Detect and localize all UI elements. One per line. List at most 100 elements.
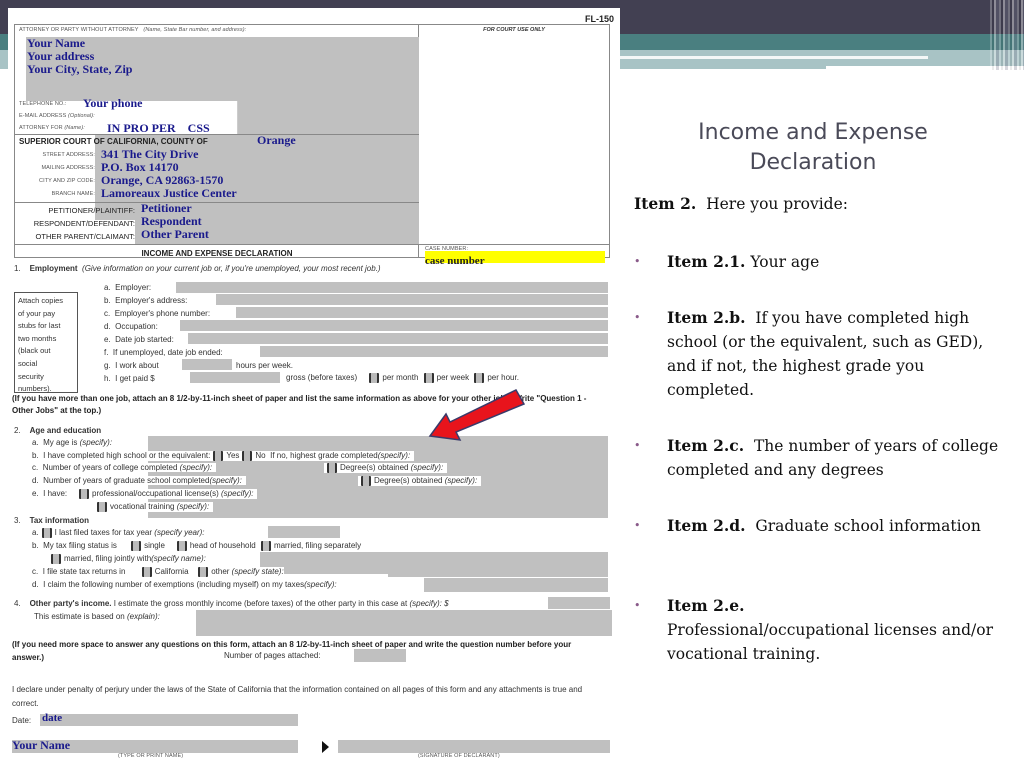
married-jointly-checkbox[interactable] xyxy=(51,554,61,564)
per-hour-checkbox[interactable] xyxy=(474,373,485,383)
slide-title-line1: Income and Expense xyxy=(698,120,928,145)
hours-field[interactable] xyxy=(182,359,232,370)
per-month-checkbox[interactable] xyxy=(369,373,380,383)
attorney-for-label: ATTORNEY FOR (Name): xyxy=(19,125,85,131)
slide-intro: Item 2. Here you provide: xyxy=(634,194,849,213)
bullet-icon: • xyxy=(634,255,641,268)
grad-school-row: d. Number of years of graduate school co… xyxy=(32,476,246,485)
case-number-value: case number xyxy=(425,255,485,267)
college-degree-checkbox[interactable] xyxy=(327,463,337,473)
other-state-checkbox[interactable] xyxy=(198,567,209,577)
bullet-icon: • xyxy=(634,311,641,324)
case-number-field[interactable]: case number xyxy=(425,251,605,267)
employer-phone-field[interactable] xyxy=(236,307,608,318)
pages-attached-label: Number of pages attached: xyxy=(224,651,321,660)
document-title: INCOME AND EXPENSE DECLARATION xyxy=(141,249,293,258)
date-label: Date: xyxy=(12,716,32,725)
city-zip-label: CITY AND ZIP CODE: xyxy=(39,178,95,184)
form-id: FL-150 xyxy=(584,14,614,24)
petitioner-label: PETITIONER/PLAINTIFF: xyxy=(48,206,135,215)
license-checkbox[interactable] xyxy=(79,489,90,499)
court-use-label: FOR COURT USE ONLY xyxy=(483,27,545,33)
employer-phone-label: c. Employer's phone number: xyxy=(104,309,211,318)
california-checkbox[interactable] xyxy=(141,567,152,577)
exemptions-field[interactable] xyxy=(424,578,608,592)
divider xyxy=(419,244,609,245)
high-school-row: b. I have completed high school or the e… xyxy=(32,451,415,461)
date-field[interactable] xyxy=(40,714,298,726)
divider xyxy=(15,244,419,245)
grad-degree-row: Degree(s) obtained (specify): xyxy=(358,476,482,486)
employer-label: a. Employer: xyxy=(104,283,152,292)
respondent-label: RESPONDENT/DEFENDANT: xyxy=(33,219,135,228)
email-label: E-MAIL ADDRESS (Optional): xyxy=(19,113,95,119)
slide-title: Income and Expense Declaration xyxy=(648,118,978,178)
pay-amount-field[interactable] xyxy=(190,372,280,383)
street-label: STREET ADDRESS: xyxy=(42,152,95,158)
section3-heading: 3. Tax information xyxy=(14,516,89,525)
grad-degree-checkbox[interactable] xyxy=(361,476,371,486)
telephone-label: TELEPHONE NO.: xyxy=(19,101,67,107)
bullet-icon: • xyxy=(634,519,641,532)
pages-attached-field[interactable] xyxy=(354,649,406,662)
branch-label: BRANCH NAME: xyxy=(51,191,95,197)
vocational-checkbox[interactable] xyxy=(97,502,107,512)
married-jointly-row: married, filing jointly with(specify nam… xyxy=(48,554,206,564)
employer-address-field[interactable] xyxy=(216,294,608,305)
other-parent-label: OTHER PARENT/CLAIMANT: xyxy=(35,232,135,241)
signature-field[interactable] xyxy=(338,740,610,753)
signature-caption: (SIGNATURE OF DECLARANT) xyxy=(418,753,500,759)
college-degree-row: Degree(s) obtained (specify): xyxy=(324,463,448,473)
print-name-caption: (TYPE OR PRINT NAME) xyxy=(118,753,184,759)
date-value: date xyxy=(42,712,63,724)
date-ended-field[interactable] xyxy=(260,346,608,357)
caption-box: ATTORNEY OR PARTY WITHOUT ATTORNEY (Name… xyxy=(14,24,610,267)
other-parent-value[interactable]: Other Parent xyxy=(141,227,209,242)
employer-address-label: b. Employer's address: xyxy=(104,296,188,305)
print-name-value: Your Name xyxy=(12,738,71,752)
head-of-household-checkbox[interactable] xyxy=(176,541,187,551)
bullet-icon: • xyxy=(634,439,641,452)
other-party-income-field[interactable] xyxy=(548,597,610,609)
college-row: c. Number of years of college completed … xyxy=(32,463,217,472)
pay-frequency-row: gross (before taxes) per month per week … xyxy=(286,373,519,383)
county-value[interactable]: Orange xyxy=(257,133,296,148)
license-row: e. I have: professional/occupational lic… xyxy=(32,489,258,499)
date-ended-label: f. If unemployed, date job ended: xyxy=(104,348,223,357)
other-state-field[interactable] xyxy=(388,565,608,577)
date-started-field[interactable] xyxy=(188,333,608,344)
estimate-basis-field[interactable] xyxy=(196,610,612,636)
occupation-field[interactable] xyxy=(180,320,608,331)
declaration-text: I declare under penalty of perjury under… xyxy=(12,685,583,708)
single-checkbox[interactable] xyxy=(131,541,142,551)
filing-status-row: b. My tax filing status is single head o… xyxy=(32,541,362,551)
high-school-no-checkbox[interactable] xyxy=(242,451,253,461)
section1-heading: 1. Employment (Give information on your … xyxy=(14,264,381,273)
hours-suffix: hours per week. xyxy=(236,361,293,370)
per-week-checkbox[interactable] xyxy=(423,373,434,383)
attach-pay-stubs-note: Attach copies of your pay stubs for last… xyxy=(14,292,78,393)
tax-year-checkbox[interactable] xyxy=(41,528,52,538)
occupation-label: d. Occupation: xyxy=(104,322,158,331)
branch-value[interactable]: Lamoreaux Justice Center xyxy=(101,186,237,201)
telephone-value[interactable]: Your phone xyxy=(83,96,142,111)
party-section: ATTORNEY OR PARTY WITHOUT ATTORNEY (Name… xyxy=(15,25,419,258)
slide-header-stripes xyxy=(990,0,1024,70)
tax-year-field[interactable] xyxy=(268,526,340,538)
married-separately-checkbox[interactable] xyxy=(260,541,271,551)
tax-year-row: a. I last filed taxes for tax year (speci… xyxy=(32,528,205,538)
slide-header-line xyxy=(620,56,928,59)
section4-heading: 4. Other party's income. I estimate the … xyxy=(14,599,449,608)
form-fl150-image: FL-150 ATTORNEY OR PARTY WITHOUT ATTORNE… xyxy=(8,8,620,768)
age-label: a. My age is (specify): xyxy=(32,438,113,447)
pay-row: h. I get paid $ xyxy=(104,374,155,383)
attorney-label: ATTORNEY OR PARTY WITHOUT ATTORNEY (Name… xyxy=(19,27,247,33)
section2-heading: 2. Age and education xyxy=(14,426,102,435)
date-started-label: e. Date job started: xyxy=(104,335,174,344)
vocational-row: vocational training (specify): xyxy=(94,502,214,512)
court-label: SUPERIOR COURT OF CALIFORNIA, COUNTY OF xyxy=(19,137,208,146)
signature-arrow-icon xyxy=(322,741,329,753)
hours-label: g. I work about xyxy=(104,361,159,370)
employer-field[interactable] xyxy=(176,282,608,293)
high-school-yes-checkbox[interactable] xyxy=(213,451,224,461)
